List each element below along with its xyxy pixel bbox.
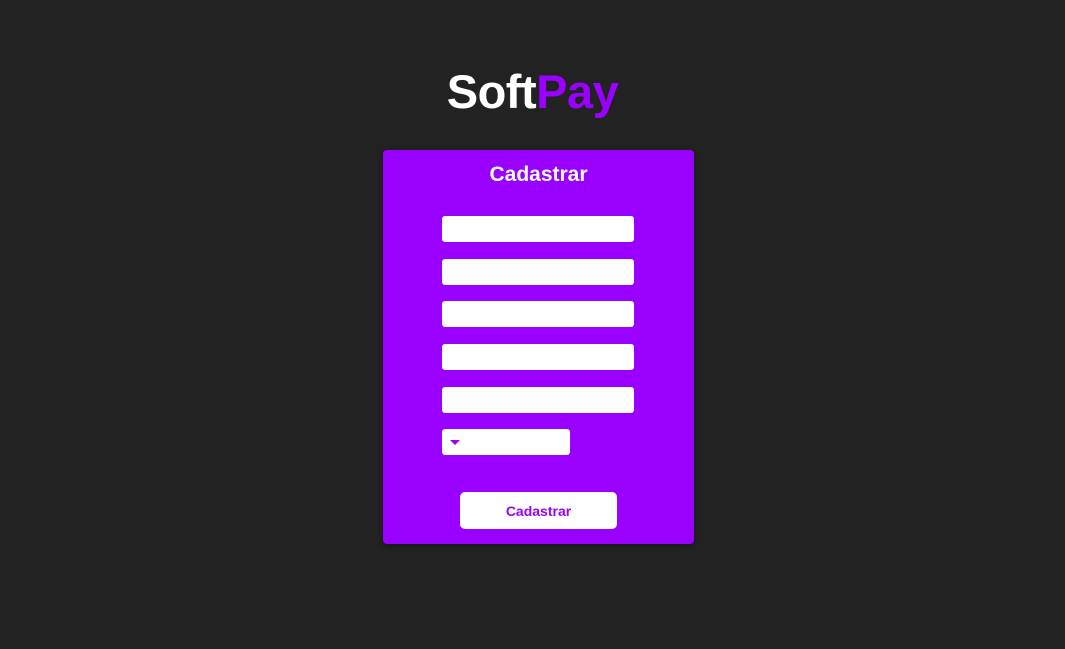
form-field-2[interactable] xyxy=(442,259,634,285)
logo-pay-text: Pay xyxy=(536,65,619,118)
app-logo: SoftPay xyxy=(0,63,1065,121)
register-button[interactable]: Cadastrar xyxy=(460,492,617,529)
form-field-4[interactable] xyxy=(442,344,634,370)
form-field-3[interactable] xyxy=(442,301,634,327)
register-card: Cadastrar Cadastrar xyxy=(383,150,694,544)
form-select[interactable] xyxy=(442,429,570,455)
form-title: Cadastrar xyxy=(489,163,588,186)
form-field-1[interactable] xyxy=(442,216,634,242)
logo-soft-text: Soft xyxy=(446,65,537,118)
form-field-5[interactable] xyxy=(442,387,634,413)
caret-down-icon xyxy=(450,440,460,445)
